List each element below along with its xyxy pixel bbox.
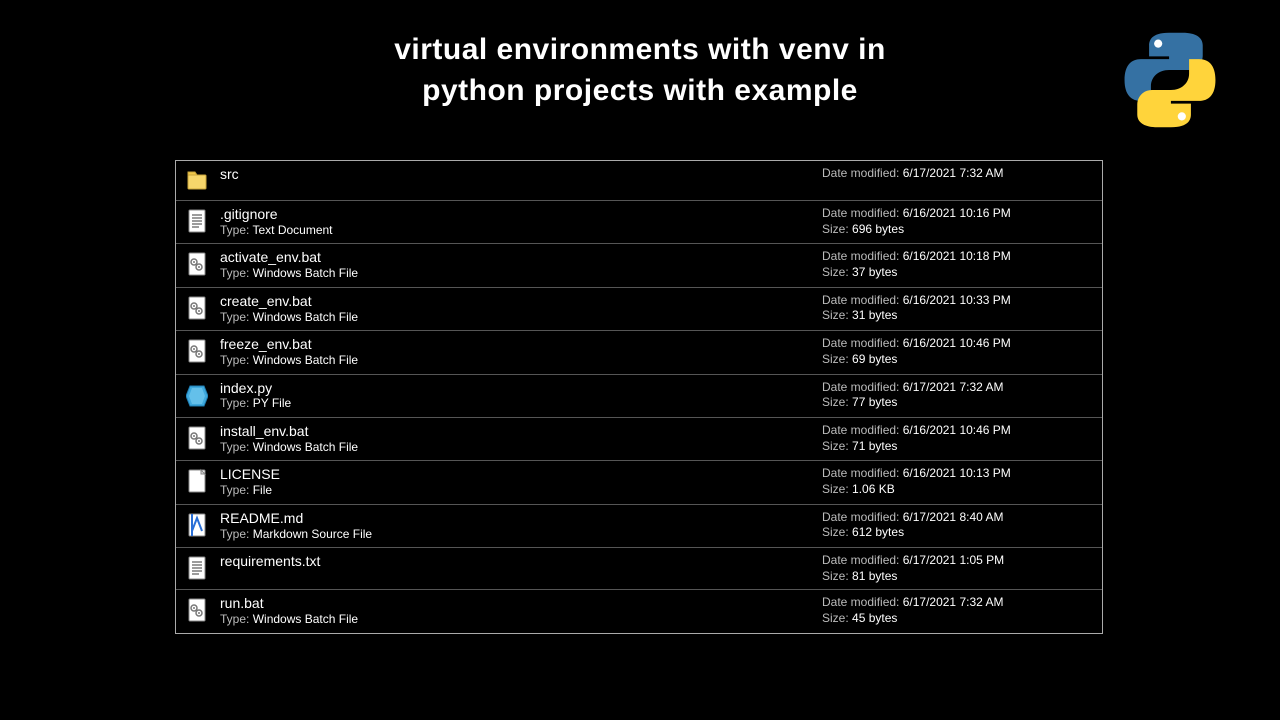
md-icon <box>182 510 212 538</box>
file-date-modified: Date modified: 6/17/2021 7:32 AM <box>822 380 1092 396</box>
file-row[interactable]: activate_env.batType: Windows Batch File… <box>176 244 1102 287</box>
file-meta: Date modified: 6/16/2021 10:13 PMSize: 1… <box>822 466 1092 497</box>
file-row[interactable]: requirements.txtDate modified: 6/17/2021… <box>176 548 1102 590</box>
file-size: Size: 69 bytes <box>822 352 1092 368</box>
file-date-modified: Date modified: 6/16/2021 10:13 PM <box>822 466 1092 482</box>
batch-icon <box>182 595 212 623</box>
file-name: README.md <box>220 510 822 527</box>
python-icon <box>182 380 212 408</box>
file-type: Type: Windows Batch File <box>220 266 822 282</box>
file-size: Size: 696 bytes <box>822 222 1092 238</box>
file-meta: Date modified: 6/17/2021 7:32 AM <box>822 166 1092 182</box>
text-icon <box>182 206 212 234</box>
page-title: virtual environments with venv in python… <box>0 30 1280 111</box>
file-size: Size: 81 bytes <box>822 569 1092 585</box>
file-size: Size: 71 bytes <box>822 439 1092 455</box>
file-type: Type: File <box>220 483 822 499</box>
file-name: src <box>220 166 822 183</box>
file-type: Type: Windows Batch File <box>220 353 822 369</box>
file-size: Size: 37 bytes <box>822 265 1092 281</box>
batch-icon <box>182 336 212 364</box>
file-meta: Date modified: 6/16/2021 10:46 PMSize: 7… <box>822 423 1092 454</box>
title-line-2: python projects with example <box>422 74 858 107</box>
file-row[interactable]: run.batType: Windows Batch FileDate modi… <box>176 590 1102 632</box>
batch-icon <box>182 249 212 277</box>
file-meta: Date modified: 6/17/2021 8:40 AMSize: 61… <box>822 510 1092 541</box>
file-name-cell: activate_env.batType: Windows Batch File <box>212 249 822 281</box>
file-name-cell: .gitignoreType: Text Document <box>212 206 822 238</box>
title-line-1: virtual environments with venv in <box>394 33 886 66</box>
file-date-modified: Date modified: 6/16/2021 10:46 PM <box>822 423 1092 439</box>
file-icon <box>182 466 212 494</box>
file-name: requirements.txt <box>220 553 822 570</box>
file-name: activate_env.bat <box>220 249 822 266</box>
file-meta: Date modified: 6/16/2021 10:18 PMSize: 3… <box>822 249 1092 280</box>
file-name: LICENSE <box>220 466 822 483</box>
file-date-modified: Date modified: 6/17/2021 7:32 AM <box>822 166 1092 182</box>
file-meta: Date modified: 6/16/2021 10:16 PMSize: 6… <box>822 206 1092 237</box>
file-row[interactable]: freeze_env.batType: Windows Batch FileDa… <box>176 331 1102 374</box>
python-logo-icon <box>1120 30 1220 130</box>
file-name-cell: requirements.txt <box>212 553 822 570</box>
file-row[interactable]: README.mdType: Markdown Source FileDate … <box>176 505 1102 548</box>
file-name-cell: index.pyType: PY File <box>212 380 822 412</box>
file-date-modified: Date modified: 6/17/2021 1:05 PM <box>822 553 1092 569</box>
file-date-modified: Date modified: 6/16/2021 10:46 PM <box>822 336 1092 352</box>
file-row[interactable]: install_env.batType: Windows Batch FileD… <box>176 418 1102 461</box>
file-row[interactable]: srcDate modified: 6/17/2021 7:32 AM <box>176 161 1102 201</box>
file-date-modified: Date modified: 6/17/2021 7:32 AM <box>822 595 1092 611</box>
file-type: Type: Text Document <box>220 223 822 239</box>
file-name: freeze_env.bat <box>220 336 822 353</box>
batch-icon <box>182 293 212 321</box>
file-type: Type: Markdown Source File <box>220 527 822 543</box>
text-icon <box>182 553 212 581</box>
file-size: Size: 612 bytes <box>822 525 1092 541</box>
file-row[interactable]: .gitignoreType: Text DocumentDate modifi… <box>176 201 1102 244</box>
file-meta: Date modified: 6/17/2021 7:32 AMSize: 45… <box>822 595 1092 626</box>
file-size: Size: 1.06 KB <box>822 482 1092 498</box>
file-date-modified: Date modified: 6/17/2021 8:40 AM <box>822 510 1092 526</box>
file-row[interactable]: create_env.batType: Windows Batch FileDa… <box>176 288 1102 331</box>
file-meta: Date modified: 6/16/2021 10:33 PMSize: 3… <box>822 293 1092 324</box>
file-type: Type: Windows Batch File <box>220 440 822 456</box>
file-type: Type: Windows Batch File <box>220 612 822 628</box>
file-size: Size: 77 bytes <box>822 395 1092 411</box>
batch-icon <box>182 423 212 451</box>
file-date-modified: Date modified: 6/16/2021 10:16 PM <box>822 206 1092 222</box>
file-type: Type: Windows Batch File <box>220 310 822 326</box>
file-row[interactable]: index.pyType: PY FileDate modified: 6/17… <box>176 375 1102 418</box>
file-name-cell: freeze_env.batType: Windows Batch File <box>212 336 822 368</box>
file-name-cell: README.mdType: Markdown Source File <box>212 510 822 542</box>
file-date-modified: Date modified: 6/16/2021 10:18 PM <box>822 249 1092 265</box>
file-name-cell: src <box>212 166 822 183</box>
file-meta: Date modified: 6/17/2021 1:05 PMSize: 81… <box>822 553 1092 584</box>
file-row[interactable]: LICENSEType: FileDate modified: 6/16/202… <box>176 461 1102 504</box>
file-name-cell: LICENSEType: File <box>212 466 822 498</box>
file-size: Size: 45 bytes <box>822 611 1092 627</box>
file-size: Size: 31 bytes <box>822 308 1092 324</box>
file-name-cell: create_env.batType: Windows Batch File <box>212 293 822 325</box>
file-list-panel: srcDate modified: 6/17/2021 7:32 AM.giti… <box>175 160 1103 634</box>
file-name: .gitignore <box>220 206 822 223</box>
file-name-cell: run.batType: Windows Batch File <box>212 595 822 627</box>
folder-icon <box>182 166 212 194</box>
file-meta: Date modified: 6/17/2021 7:32 AMSize: 77… <box>822 380 1092 411</box>
file-name: create_env.bat <box>220 293 822 310</box>
file-name: index.py <box>220 380 822 397</box>
file-name: run.bat <box>220 595 822 612</box>
file-meta: Date modified: 6/16/2021 10:46 PMSize: 6… <box>822 336 1092 367</box>
file-date-modified: Date modified: 6/16/2021 10:33 PM <box>822 293 1092 309</box>
file-name: install_env.bat <box>220 423 822 440</box>
file-type: Type: PY File <box>220 396 822 412</box>
file-name-cell: install_env.batType: Windows Batch File <box>212 423 822 455</box>
